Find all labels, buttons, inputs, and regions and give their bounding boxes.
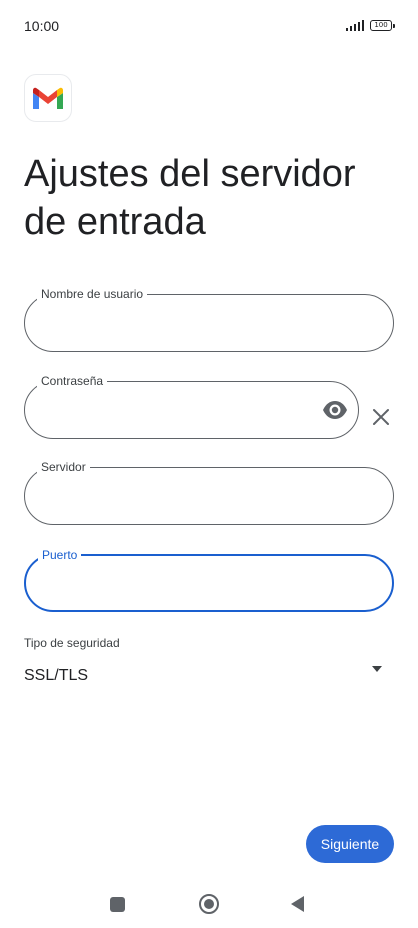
password-field[interactable]: Contraseña [24, 373, 359, 439]
back-icon[interactable] [291, 896, 304, 912]
server-field[interactable]: Servidor [24, 459, 394, 525]
battery-icon: 100 [370, 20, 395, 31]
password-label: Contraseña [37, 373, 108, 389]
server-input[interactable] [43, 484, 343, 510]
port-label: Puerto [38, 547, 82, 563]
security-type-select[interactable]: SSL/TLS [24, 667, 88, 685]
recents-icon[interactable] [110, 897, 125, 912]
username-input[interactable] [43, 311, 343, 337]
signal-icon [345, 20, 364, 31]
port-input[interactable] [44, 572, 342, 598]
security-type-label: Tipo de seguridad [24, 636, 120, 650]
gmail-logo-icon [24, 74, 72, 122]
status-bar: 10:00 100 [0, 0, 418, 52]
next-button[interactable]: Siguiente [306, 825, 394, 863]
system-nav-bar [0, 880, 418, 928]
password-input[interactable] [43, 398, 308, 424]
status-time: 10:00 [24, 18, 60, 34]
username-field[interactable]: Nombre de usuario [24, 286, 394, 352]
port-field[interactable]: Puerto [24, 547, 394, 612]
home-icon[interactable] [199, 894, 219, 914]
page-title: Ajustes del servidor de entrada [24, 153, 356, 243]
dropdown-arrow-icon[interactable] [370, 664, 384, 674]
clear-password-close-icon[interactable] [370, 406, 392, 428]
show-password-eye-icon[interactable] [322, 399, 348, 421]
server-label: Servidor [37, 459, 90, 475]
username-label: Nombre de usuario [37, 286, 148, 302]
status-icons: 100 [345, 20, 395, 31]
